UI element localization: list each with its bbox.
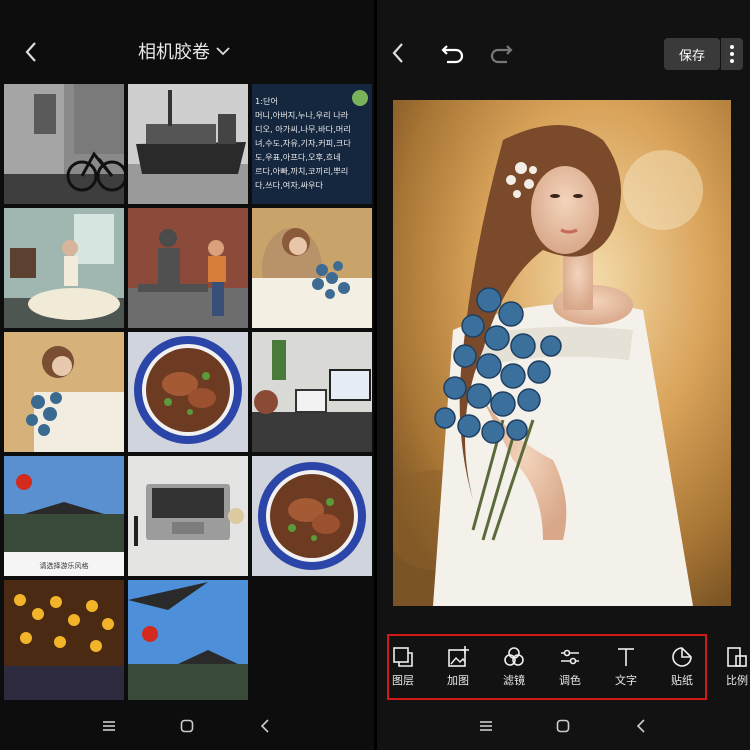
more-options-button[interactable]	[721, 38, 743, 70]
edit-canvas-image[interactable]	[393, 100, 731, 606]
thumb-noodle-bowl-2[interactable]	[252, 456, 372, 576]
tool-filter[interactable]: 滤镜	[494, 646, 534, 688]
tool-label: 加图	[447, 674, 469, 687]
sticker-icon	[672, 647, 692, 667]
thumb-bride-flowers-crop[interactable]	[4, 332, 124, 452]
thumb-bicycle-street[interactable]	[4, 84, 124, 204]
back-button[interactable]	[383, 38, 413, 68]
tool-highlight-frame	[387, 634, 707, 700]
menu-icon	[103, 721, 115, 731]
chevron-left-icon	[260, 719, 269, 733]
ratio-icon	[727, 647, 747, 667]
tool-adjust[interactable]: 调色	[550, 646, 590, 688]
korean-line-4: 녀,수도,자유,기자,커피,크다	[255, 138, 351, 148]
redo-button[interactable]	[485, 38, 517, 68]
back-button[interactable]	[16, 37, 46, 67]
album-title: 相机胶卷	[138, 42, 210, 63]
chevron-left-icon	[25, 42, 36, 62]
korean-line-1: 1:단어	[255, 96, 278, 106]
redo-icon	[490, 45, 513, 64]
thumb-banner-text: 请选择游乐风格	[40, 561, 89, 570]
undo-icon	[441, 45, 464, 64]
home-square-icon	[180, 719, 194, 733]
thumb-laptop-desk[interactable]	[128, 456, 248, 576]
thumb-bride-flowers[interactable]	[252, 208, 372, 328]
thumb-bride-room[interactable]	[4, 208, 124, 328]
editor-toolbar: 图层 加图 滤镜 调色 文字 贴纸 比例	[377, 634, 750, 700]
tool-ratio[interactable]: 比例	[717, 646, 750, 688]
thumb-cargo-ship[interactable]	[128, 84, 248, 204]
adjust-icon	[561, 649, 579, 665]
album-selector[interactable]: 相机胶卷	[138, 38, 230, 64]
nav-back-button[interactable]	[250, 711, 280, 741]
tool-label: 贴纸	[671, 674, 693, 687]
nav-home-button[interactable]	[172, 711, 202, 741]
tool-add-image[interactable]: 加图	[438, 646, 478, 688]
editor-panel: 保存 图层 加图 滤镜 调色 文字 贴纸 比例	[377, 0, 750, 750]
thumb-korean-notes[interactable]: 1:단어 머니,아버지,누나,우리 나라 디오, 아가씨,나무,바다,머리 녀,…	[252, 84, 372, 204]
more-dot	[730, 52, 734, 56]
gallery-panel: 相机胶卷 1:단어 머니,아버지,누나,우리 나라 디오, 아가씨,나무,바다,…	[0, 0, 374, 750]
nav-menu-button[interactable]	[471, 711, 501, 741]
thumb-lantern-street[interactable]	[4, 580, 124, 700]
thumb-pagoda-sky[interactable]	[128, 580, 248, 700]
text-icon	[618, 648, 634, 666]
undo-button[interactable]	[437, 38, 469, 68]
tool-label: 图层	[392, 674, 414, 687]
editor-header: 保存	[377, 0, 750, 80]
add-image-icon	[448, 646, 469, 667]
korean-line-6: 르다,아빠,까치,코끼리,뿌리	[255, 166, 348, 176]
thumb-statue-bench[interactable]	[128, 208, 248, 328]
thumb-noodle-bowl[interactable]	[128, 332, 248, 452]
korean-line-7: 다,쓰다,여자,싸우다	[255, 180, 324, 190]
menu-icon	[479, 721, 492, 731]
nav-menu-button[interactable]	[94, 711, 124, 741]
tool-label: 调色	[559, 674, 581, 687]
photo-grid: 1:단어 머니,아버지,누나,우리 나라 디오, 아가씨,나무,바다,머리 녀,…	[4, 76, 374, 702]
chevron-left-icon	[392, 43, 403, 63]
nav-back-button[interactable]	[626, 711, 656, 741]
tool-sticker[interactable]: 贴纸	[662, 646, 702, 688]
tool-label: 比例	[726, 674, 748, 687]
gallery-header: 相机胶卷	[0, 0, 374, 76]
save-button[interactable]: 保存	[664, 38, 720, 70]
layers-icon	[393, 647, 413, 667]
thumb-office-laptop[interactable]	[252, 332, 372, 452]
korean-line-5: 도,우표,아프다,오후,흐네	[255, 152, 341, 162]
korean-line-3: 디오, 아가씨,나무,바다,머리	[255, 124, 351, 134]
thumb-festival-lanterns[interactable]: 请选择游乐风格	[4, 456, 124, 576]
nav-home-button[interactable]	[548, 711, 578, 741]
filter-icon	[504, 647, 524, 666]
chevron-down-icon	[216, 47, 230, 56]
system-nav-bar	[377, 702, 750, 750]
korean-line-2: 머니,아버지,누나,우리 나라	[255, 110, 349, 120]
tool-text[interactable]: 文字	[606, 646, 646, 688]
tool-label: 文字	[615, 674, 637, 687]
chevron-left-icon	[637, 719, 645, 733]
home-square-icon	[557, 719, 570, 733]
more-dot	[730, 59, 734, 63]
tool-layers[interactable]: 图层	[383, 646, 423, 688]
system-nav-bar	[0, 702, 374, 750]
tool-label: 滤镜	[503, 674, 525, 687]
more-dot	[730, 45, 734, 49]
